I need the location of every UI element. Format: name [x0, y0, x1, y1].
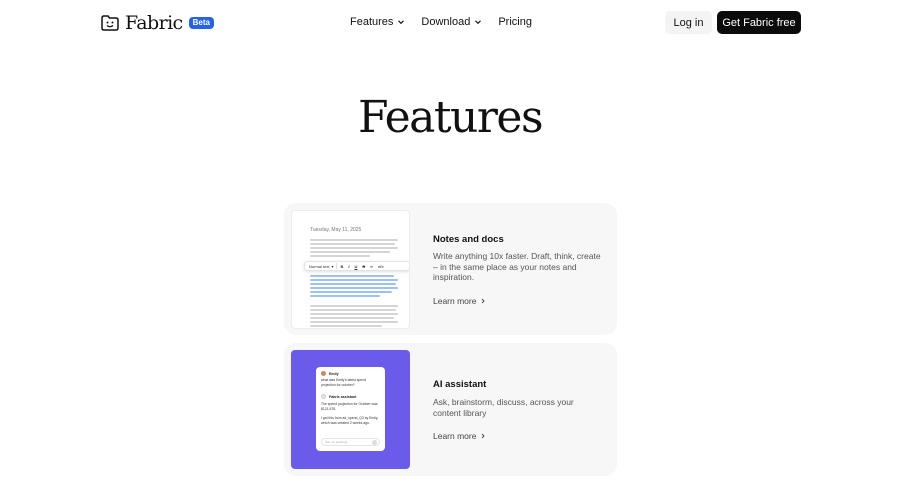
- beta-badge: Beta: [188, 17, 214, 29]
- chat-question: what was Emily's latest spend projection…: [321, 378, 366, 387]
- ai-assistant-thumbnail: Emily what was Emily's latest spend proj…: [291, 350, 410, 469]
- top-nav: Fabric Beta Features Download Pricing Lo…: [0, 0, 900, 46]
- get-fabric-free-button[interactable]: Get Fabric free: [717, 11, 801, 34]
- doc-highlighted-line: [310, 291, 392, 293]
- doc-text-line: [310, 255, 370, 257]
- code-icon[interactable]: </>: [378, 264, 384, 269]
- feature-card-ai-assistant[interactable]: Emily what was Emily's latest spend proj…: [284, 343, 617, 476]
- avatar: [321, 371, 326, 376]
- page-title: Features: [357, 92, 544, 143]
- feature-card-notes[interactable]: Tuesday, May 11, 2025 Normal text ▾ B I …: [284, 203, 617, 335]
- chevron-right-icon: [482, 433, 486, 439]
- chevron-down-icon: [475, 20, 482, 25]
- doc-text-line: [310, 239, 398, 241]
- nav-item-pricing[interactable]: Pricing: [498, 16, 532, 28]
- main-menu: Features Download Pricing: [350, 16, 548, 28]
- doc-highlighted-line: [310, 287, 398, 289]
- doc-text-line: [310, 313, 398, 315]
- brand-logo[interactable]: Fabric Beta: [100, 12, 214, 34]
- send-icon[interactable]: [372, 440, 377, 445]
- doc-text-line: [310, 251, 390, 253]
- assistant-avatar: [321, 394, 326, 399]
- underline-icon[interactable]: U: [354, 264, 357, 269]
- italic-icon[interactable]: I: [348, 264, 349, 269]
- chat-input-placeholder: Ask me anything...: [325, 440, 350, 444]
- notes-thumbnail: Tuesday, May 11, 2025 Normal text ▾ B I …: [291, 210, 410, 329]
- doc-text-line: [310, 305, 398, 307]
- doc-highlighted-line: [310, 295, 380, 297]
- doc-text-line: [310, 247, 398, 249]
- smiley-folder-icon: [101, 15, 119, 31]
- bold-icon[interactable]: B: [340, 264, 343, 269]
- chat-answer: The spend projection for October was $12…: [321, 402, 378, 411]
- chat-user-header: Emily: [321, 371, 339, 376]
- format-toolbar[interactable]: Normal text ▾ B I U S ∞ </>: [304, 261, 409, 271]
- doc-text-line: [310, 321, 398, 323]
- feature-title: Notes and docs: [433, 234, 504, 245]
- feature-description: Write anything 10x faster. Draft, think,…: [433, 251, 601, 282]
- text-style-dropdown[interactable]: Normal text: [309, 264, 329, 269]
- doc-text-line: [310, 325, 382, 327]
- doc-highlighted-line: [310, 279, 398, 281]
- doc-text-line: [310, 317, 394, 319]
- learn-more-link[interactable]: Learn more: [433, 296, 486, 306]
- chat-input[interactable]: Ask me anything...: [321, 438, 380, 446]
- learn-more-label: Learn more: [433, 296, 477, 306]
- link-icon[interactable]: ∞: [370, 264, 373, 269]
- doc-text-line: [310, 243, 395, 245]
- toolbar-divider: [336, 263, 338, 269]
- nav-item-label: Pricing: [498, 16, 532, 28]
- login-button[interactable]: Log in: [665, 11, 712, 34]
- chevron-down-icon: [398, 20, 405, 25]
- chat-user-name: Emily: [329, 371, 339, 376]
- brand-name: Fabric: [125, 12, 183, 34]
- strikethrough-icon[interactable]: S: [362, 264, 365, 269]
- nav-item-features[interactable]: Features: [350, 16, 405, 28]
- nav-item-label: Features: [350, 16, 394, 28]
- chat-source: I got this from ad_spend_Q3 by Emily, wh…: [321, 416, 379, 425]
- doc-date: Tuesday, May 11, 2025: [310, 227, 362, 233]
- nav-item-label: Download: [421, 16, 471, 28]
- doc-text-line: [310, 309, 396, 311]
- nav-item-download[interactable]: Download: [421, 16, 482, 28]
- chat-assistant-header: Fabric assistant: [321, 394, 356, 399]
- chat-assistant-name: Fabric assistant: [329, 394, 357, 399]
- feature-title: AI assistant: [433, 379, 487, 390]
- doc-highlighted-line: [310, 275, 394, 277]
- feature-description: Ask, brainstorm, discuss, across your co…: [433, 397, 574, 418]
- chat-window: Emily what was Emily's latest spend proj…: [316, 367, 385, 451]
- doc-highlighted-line: [310, 283, 396, 285]
- chevron-right-icon: [482, 298, 486, 304]
- learn-more-label: Learn more: [433, 431, 477, 441]
- learn-more-link[interactable]: Learn more: [433, 431, 486, 441]
- chevron-down-icon: ▾: [331, 263, 334, 269]
